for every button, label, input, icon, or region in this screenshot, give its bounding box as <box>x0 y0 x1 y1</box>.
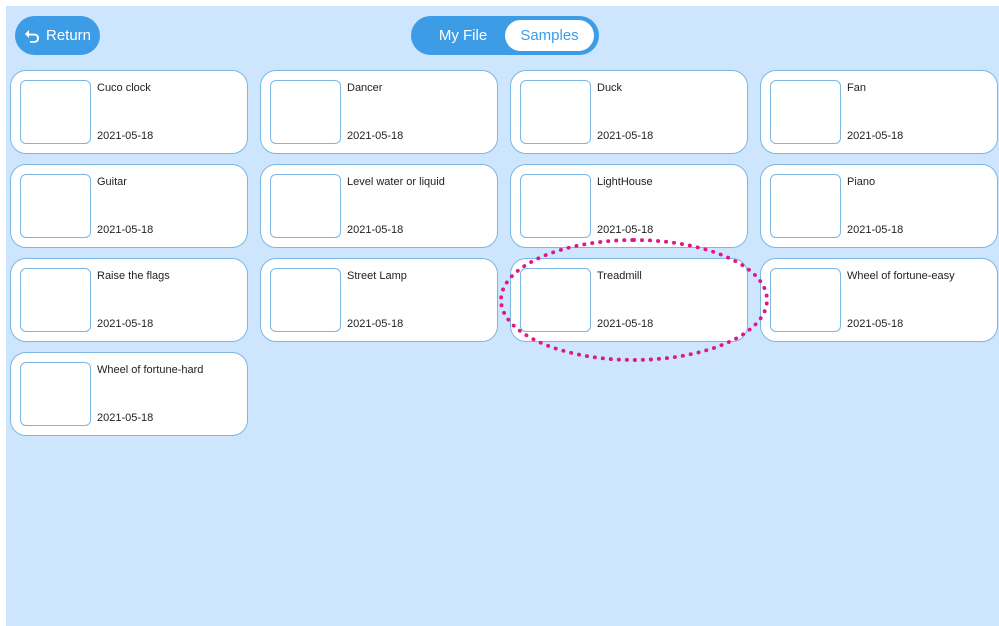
file-source-tabs: My File Samples <box>411 16 599 55</box>
sample-date: 2021-05-18 <box>347 224 404 236</box>
sample-date: 2021-05-18 <box>847 130 904 142</box>
sample-card-lighthouse[interactable]: LightHouse 2021-05-18 <box>510 164 748 248</box>
sample-thumbnail <box>520 268 591 332</box>
sample-date: 2021-05-18 <box>97 412 154 424</box>
sample-date: 2021-05-18 <box>597 318 654 330</box>
sample-thumbnail <box>520 174 591 238</box>
sample-card-guitar[interactable]: Guitar 2021-05-18 <box>10 164 248 248</box>
sample-title: Duck <box>597 82 623 94</box>
sample-date: 2021-05-18 <box>847 318 904 330</box>
sample-title: Street Lamp <box>347 270 407 282</box>
sample-thumbnail <box>270 80 341 144</box>
sample-title: Raise the flags <box>97 270 170 282</box>
sample-thumbnail <box>20 362 91 426</box>
sample-title: Level water or liquid <box>347 176 445 188</box>
sample-thumbnail <box>770 80 841 144</box>
app-screen: Return My File Samples Cuco clock 2021-0… <box>6 6 999 626</box>
sample-thumbnail <box>770 268 841 332</box>
sample-card-piano[interactable]: Piano 2021-05-18 <box>760 164 998 248</box>
sample-card-duck[interactable]: Duck 2021-05-18 <box>510 70 748 154</box>
sample-thumbnail <box>270 268 341 332</box>
sample-title: Dancer <box>347 82 383 94</box>
sample-title: Fan <box>847 82 866 94</box>
sample-thumbnail <box>20 80 91 144</box>
return-label: Return <box>45 27 92 44</box>
sample-card-wheel-of-fortune-easy[interactable]: Wheel of fortune-easy 2021-05-18 <box>760 258 998 342</box>
sample-title: Guitar <box>97 176 127 188</box>
sample-title: LightHouse <box>597 176 653 188</box>
sample-card-raise-the-flags[interactable]: Raise the flags 2021-05-18 <box>10 258 248 342</box>
tab-my-file[interactable]: My File <box>425 20 501 51</box>
tab-samples[interactable]: Samples <box>505 20 594 51</box>
sample-thumbnail <box>20 174 91 238</box>
sample-date: 2021-05-18 <box>97 318 154 330</box>
sample-date: 2021-05-18 <box>597 224 654 236</box>
sample-thumbnail <box>20 268 91 332</box>
sample-date: 2021-05-18 <box>97 130 154 142</box>
sample-card-cuco-clock[interactable]: Cuco clock 2021-05-18 <box>10 70 248 154</box>
return-arrow-icon <box>24 29 40 43</box>
sample-date: 2021-05-18 <box>347 318 404 330</box>
sample-title: Piano <box>847 176 876 188</box>
sample-card-wheel-of-fortune-hard[interactable]: Wheel of fortune-hard 2021-05-18 <box>10 352 248 436</box>
sample-title: Treadmill <box>597 270 642 282</box>
sample-date: 2021-05-18 <box>97 224 154 236</box>
sample-card-street-lamp[interactable]: Street Lamp 2021-05-18 <box>260 258 498 342</box>
sample-thumbnail <box>270 174 341 238</box>
sample-title: Cuco clock <box>97 82 151 94</box>
sample-title: Wheel of fortune-easy <box>847 270 955 282</box>
sample-date: 2021-05-18 <box>847 224 904 236</box>
return-button[interactable]: Return <box>15 16 100 55</box>
sample-card-dancer[interactable]: Dancer 2021-05-18 <box>260 70 498 154</box>
sample-card-fan[interactable]: Fan 2021-05-18 <box>760 70 998 154</box>
sample-title: Wheel of fortune-hard <box>97 364 204 376</box>
sample-date: 2021-05-18 <box>597 130 654 142</box>
sample-card-treadmill[interactable]: Treadmill 2021-05-18 <box>510 258 748 342</box>
samples-grid: Cuco clock 2021-05-18 Dancer 2021-05-18 … <box>10 70 998 436</box>
sample-thumbnail <box>770 174 841 238</box>
sample-date: 2021-05-18 <box>347 130 404 142</box>
sample-thumbnail <box>520 80 591 144</box>
sample-card-level-water[interactable]: Level water or liquid 2021-05-18 <box>260 164 498 248</box>
